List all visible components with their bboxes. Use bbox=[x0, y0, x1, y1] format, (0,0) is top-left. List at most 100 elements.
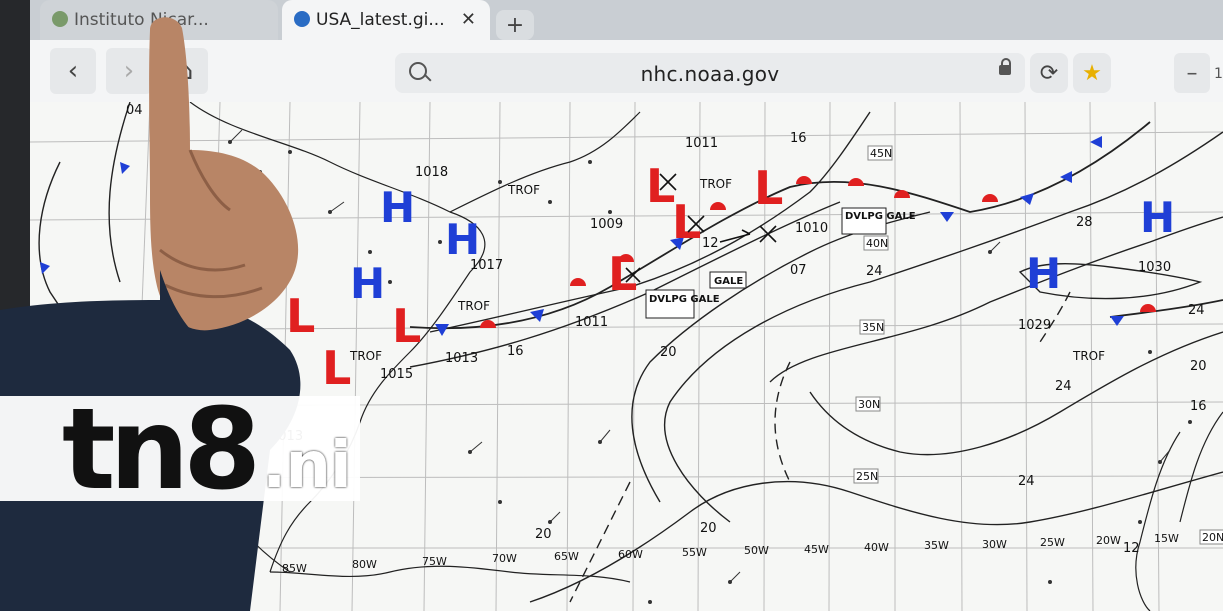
pressure-label: 1018 bbox=[415, 165, 448, 180]
lon-label: 95W bbox=[134, 572, 159, 585]
photo-of-monitor: Instituto Nicar... USA_latest.gi... ✕ + … bbox=[0, 0, 1223, 611]
high-symbol: H bbox=[350, 259, 385, 308]
pressure-label: 20 bbox=[535, 527, 552, 542]
bookmark-button[interactable]: ★ bbox=[1073, 53, 1111, 93]
pressure-label: 1029 bbox=[1018, 318, 1051, 333]
pressure-label: 1030 bbox=[1138, 260, 1171, 275]
lat-label: 20N bbox=[1202, 531, 1223, 544]
low-symbol: L bbox=[322, 341, 351, 395]
high-symbol: H bbox=[90, 549, 125, 598]
new-tab-button[interactable]: + bbox=[496, 10, 534, 40]
pressure-label: 24 bbox=[1188, 303, 1205, 318]
gale-warning-label: DVLPG GALE bbox=[845, 211, 916, 222]
lon-label: 40W bbox=[864, 541, 889, 554]
back-button[interactable]: ‹ bbox=[50, 48, 96, 94]
site-favicon-icon bbox=[52, 11, 68, 27]
pressure-label: 28 bbox=[1076, 215, 1093, 230]
watermark-brand: tn8 bbox=[62, 385, 261, 515]
pressure-label: 1015 bbox=[380, 367, 413, 382]
trof-label: TROF bbox=[349, 349, 382, 363]
high-symbol: H bbox=[380, 183, 415, 232]
pressure-label: 1010 bbox=[795, 221, 828, 236]
close-tab-icon[interactable]: ✕ bbox=[461, 9, 476, 30]
star-icon: ★ bbox=[1082, 60, 1102, 86]
lat-label: 45N bbox=[870, 147, 892, 160]
lon-label: 80W bbox=[352, 558, 377, 571]
pressure-label: 16 bbox=[507, 344, 524, 359]
pressure-label: 16 bbox=[1190, 399, 1207, 414]
pressure-label: 07 bbox=[790, 263, 807, 278]
pressure-label: 20 bbox=[660, 345, 677, 360]
trof-label: TROF bbox=[507, 183, 540, 197]
pressure-label: 12 bbox=[702, 236, 719, 251]
trof-label: TROF bbox=[699, 177, 732, 191]
lon-label: 45W bbox=[804, 543, 829, 556]
reload-button[interactable]: ⟳ bbox=[1030, 53, 1068, 93]
pressure-label: 1011 bbox=[685, 136, 718, 151]
zoom-out-button[interactable]: – bbox=[1174, 53, 1210, 93]
lon-label: 35W bbox=[924, 539, 949, 552]
forward-button[interactable]: › bbox=[106, 48, 152, 94]
weather-map-svg: 1011 1018 1009 1017 1013 1015 1010 1011 … bbox=[30, 102, 1223, 611]
reload-icon: ⟳ bbox=[1039, 60, 1059, 86]
home-icon: ⌂ bbox=[176, 56, 194, 86]
longitude-labels: 95W 90W 85W 80W 75W 70W 65W 60W 55W 50W … bbox=[134, 532, 1179, 585]
lon-label: 90W bbox=[208, 566, 233, 579]
lon-label: 60W bbox=[618, 548, 643, 561]
monitor-bezel bbox=[0, 0, 30, 611]
high-symbol: H bbox=[1026, 249, 1061, 298]
lat-lon-grid bbox=[30, 102, 1223, 611]
lon-label: 20W bbox=[1096, 534, 1121, 547]
lock-icon bbox=[999, 58, 1011, 75]
pressure-label: 1013 bbox=[445, 351, 478, 366]
pressure-label: 1009 bbox=[590, 217, 623, 232]
cold-front-symbols bbox=[40, 136, 1124, 336]
trof-label: TROF bbox=[1072, 349, 1105, 363]
pressure-label: 04 bbox=[126, 103, 143, 118]
chevron-right-icon: › bbox=[123, 56, 135, 86]
zoom-value: 1( bbox=[1214, 66, 1223, 82]
chevron-left-icon: ‹ bbox=[67, 56, 79, 86]
trof-labels: TROF TROF TROF TROF TROF bbox=[349, 177, 1105, 363]
pressure-label: 12 bbox=[1123, 541, 1140, 556]
gale-warning-label: DVLPG GALE bbox=[649, 294, 720, 305]
tn8-watermark: tn8 .ni bbox=[0, 390, 420, 510]
high-symbol: H bbox=[1140, 193, 1175, 242]
pressure-label: 24 bbox=[1018, 474, 1035, 489]
isobars bbox=[38, 102, 1223, 603]
gale-warning-label: GALE bbox=[714, 276, 743, 287]
lon-label: 85W bbox=[282, 562, 307, 575]
pressure-label: 20 bbox=[1190, 359, 1207, 374]
watermark-suffix: .ni bbox=[262, 429, 352, 503]
lon-label: 15W bbox=[1154, 532, 1179, 545]
lon-label: 50W bbox=[744, 544, 769, 557]
tab-strip: Instituto Nicar... USA_latest.gi... ✕ + bbox=[0, 0, 1223, 44]
tab-instituto[interactable]: Instituto Nicar... bbox=[40, 0, 278, 40]
tab-label: Instituto Nicar... bbox=[74, 10, 209, 30]
high-symbol: H bbox=[445, 215, 480, 264]
pressure-label: 20 bbox=[700, 521, 717, 536]
pressure-label: 24 bbox=[1055, 379, 1072, 394]
trof-label: TROF bbox=[457, 299, 490, 313]
lat-label: 35N bbox=[862, 321, 884, 334]
pressure-label: 1011 bbox=[575, 315, 608, 330]
pressure-label: 1015 bbox=[108, 523, 141, 538]
surface-analysis-map: 1011 1018 1009 1017 1013 1015 1010 1011 … bbox=[30, 102, 1223, 611]
lon-label: 25W bbox=[1040, 536, 1065, 549]
pressure-label: 16 bbox=[790, 131, 807, 146]
low-symbol: L bbox=[392, 299, 421, 353]
low-symbol: L bbox=[754, 161, 783, 215]
lon-label: 65W bbox=[554, 550, 579, 563]
address-bar[interactable]: nhc.noaa.gov bbox=[395, 53, 1025, 93]
noaa-favicon-icon bbox=[294, 11, 310, 27]
low-symbol: L bbox=[286, 289, 315, 343]
pressure-label: 24 bbox=[866, 264, 883, 279]
lon-label: 75W bbox=[422, 555, 447, 568]
home-button[interactable]: ⌂ bbox=[162, 48, 208, 94]
lon-label: 55W bbox=[682, 546, 707, 559]
tab-usa-latest[interactable]: USA_latest.gi... ✕ bbox=[282, 0, 490, 40]
lat-label: 25N bbox=[856, 470, 878, 483]
lon-label: 30W bbox=[982, 538, 1007, 551]
url-text: nhc.noaa.gov bbox=[640, 62, 780, 86]
tab-label: USA_latest.gi... bbox=[316, 10, 445, 30]
